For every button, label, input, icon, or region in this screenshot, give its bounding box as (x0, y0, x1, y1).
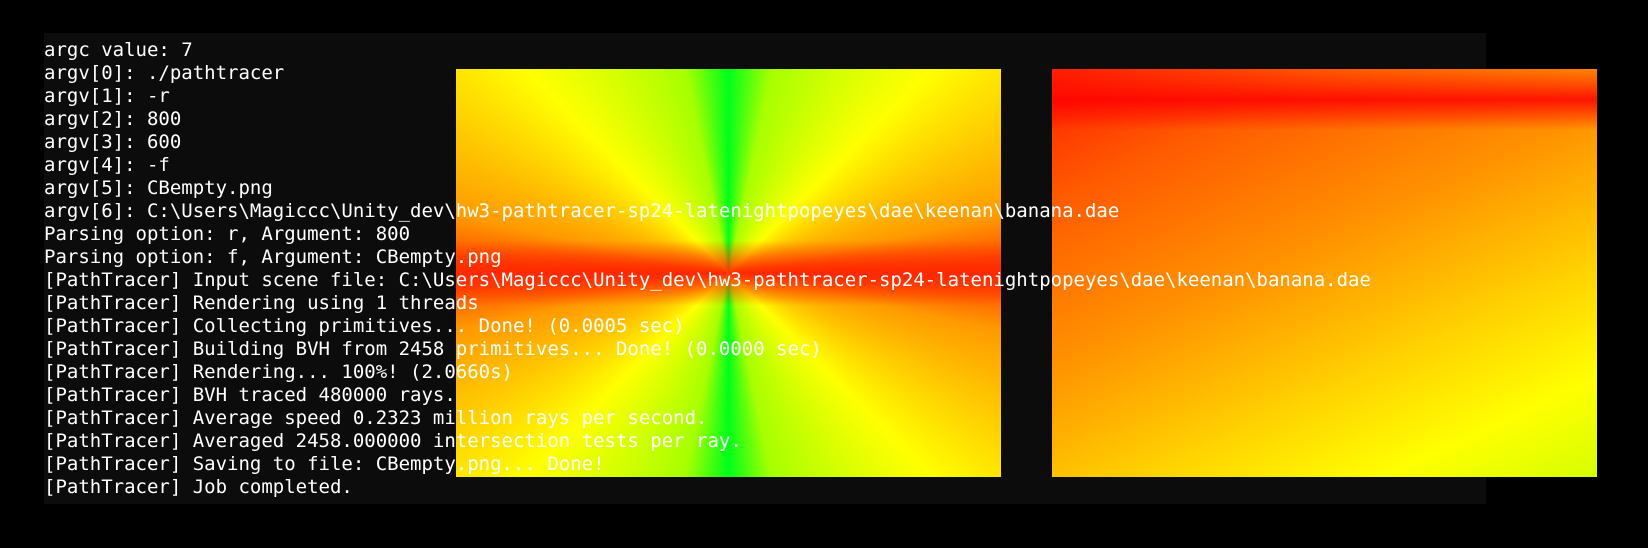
terminal-line: [PathTracer] Rendering... 100%! (2.0660s… (44, 361, 513, 383)
terminal-line: [PathTracer] Average speed 0.2323 millio… (44, 407, 708, 429)
terminal-line: [PathTracer] Input scene file: C:\Users\… (44, 269, 1371, 291)
terminal-line: Parsing option: r, Argument: 800 (44, 223, 411, 245)
terminal-line: [PathTracer] Averaged 2458.000000 inters… (44, 430, 742, 452)
terminal-line: argv[5]: CBempty.png (44, 177, 273, 199)
terminal-line: argv[2]: 800 (44, 108, 182, 130)
terminal-line: [PathTracer] Job completed. (44, 476, 353, 498)
terminal-line: argv[1]: -r (44, 85, 170, 107)
terminal-line: [PathTracer] BVH traced 480000 rays. (44, 384, 456, 406)
terminal-line: Parsing option: f, Argument: CBempty.png (44, 246, 502, 268)
terminal-line: argv[0]: ./pathtracer (44, 62, 285, 84)
screen: argc value: 7 argv[0]: ./pathtracer argv[1… (0, 0, 1648, 548)
terminal-line: argv[6]: C:\Users\Magiccc\Unity_dev\hw3-… (44, 200, 1120, 222)
terminal-line: argv[3]: 600 (44, 131, 182, 153)
terminal-line: [PathTracer] Building BVH from 2458 prim… (44, 338, 822, 360)
terminal-line: [PathTracer] Rendering using 1 threads (44, 292, 479, 314)
terminal-line: [PathTracer] Collecting primitives... Do… (44, 315, 685, 337)
terminal-line: [PathTracer] Saving to file: CBempty.png… (44, 453, 605, 475)
terminal-line: argv[4]: -f (44, 154, 170, 176)
terminal-line: argc value: 7 (44, 39, 193, 61)
terminal-output: argc value: 7 argv[0]: ./pathtracer argv[1… (44, 39, 1371, 499)
